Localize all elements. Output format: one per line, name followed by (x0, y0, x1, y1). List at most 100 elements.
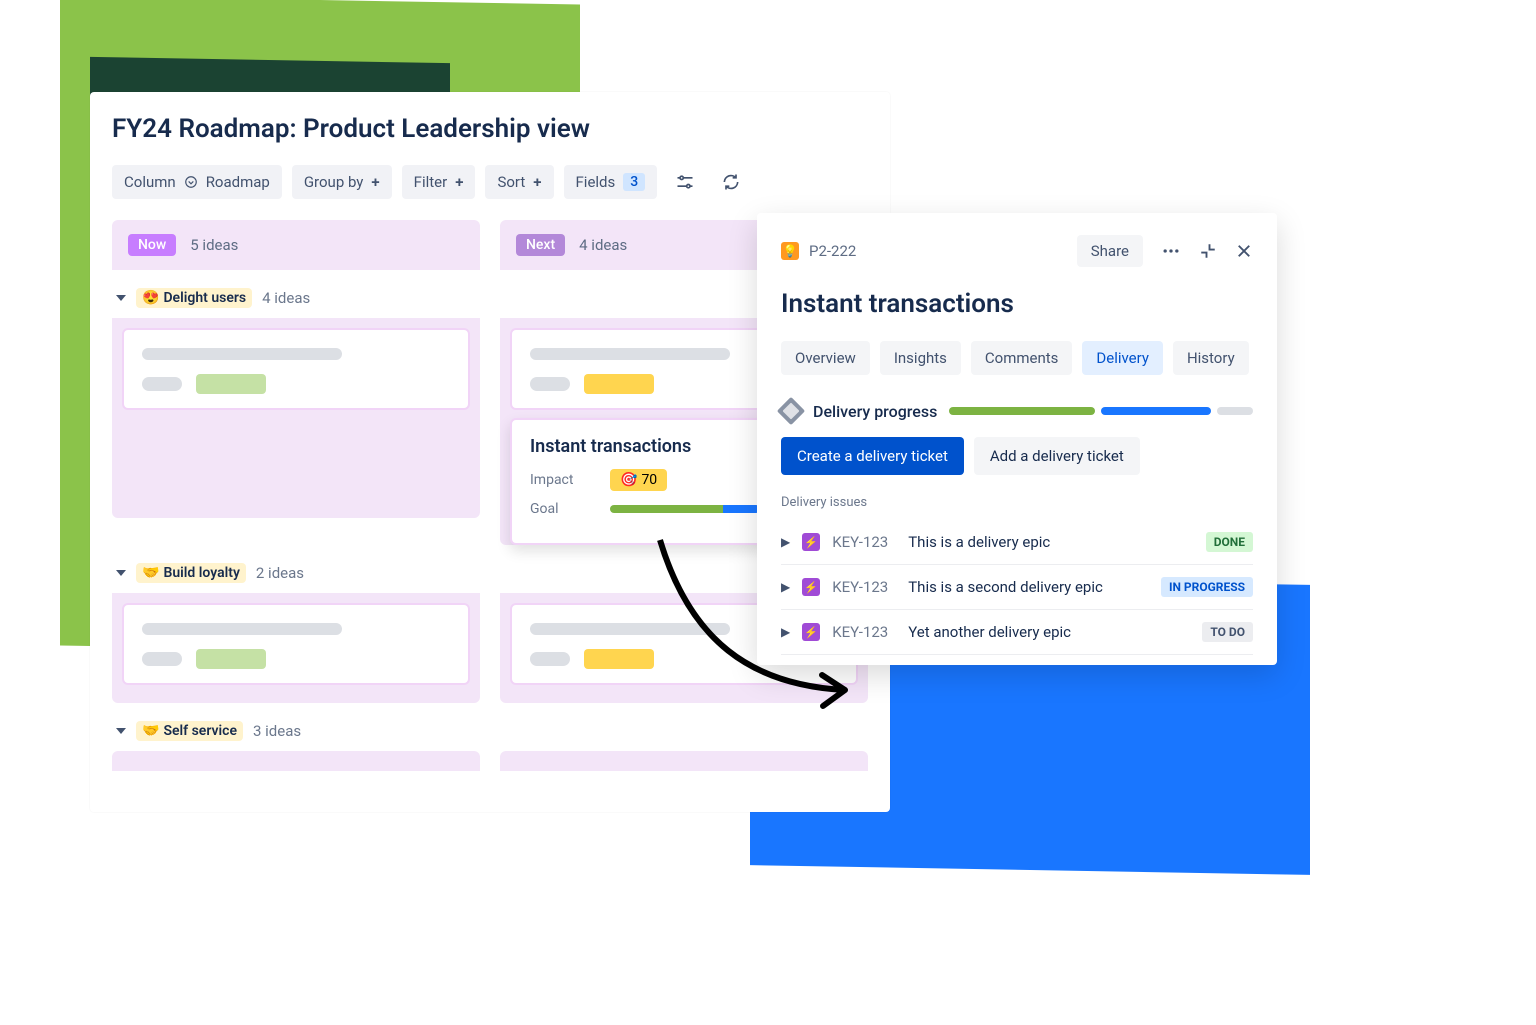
fields-label: Fields (576, 173, 616, 191)
goal-progress-bar (610, 505, 760, 513)
chevron-right-icon[interactable]: ▶ (781, 580, 790, 594)
impact-badge: 🎯 70 (610, 469, 667, 491)
filter-button[interactable]: Filter + (402, 165, 476, 199)
delivery-issues-heading: Delivery issues (781, 495, 1253, 510)
plus-icon: + (533, 173, 541, 191)
tab-insights[interactable]: Insights (880, 341, 961, 375)
filter-label: Filter (414, 173, 448, 191)
issue-key[interactable]: P2-222 (809, 242, 1067, 260)
idea-type-icon: 💡 (781, 242, 799, 260)
share-button[interactable]: Share (1077, 235, 1143, 267)
issue-summary: Yet another delivery epic (908, 623, 1190, 641)
skeleton-pill (142, 377, 182, 391)
autosave-icon-button[interactable] (713, 164, 749, 200)
close-icon[interactable] (1235, 242, 1253, 260)
delivery-issues-list: ▶ ⚡ KEY-123 This is a delivery epic DONE ▶ ⚡ KE… (781, 520, 1253, 655)
panel-header: 💡 P2-222 Share (781, 235, 1253, 267)
panel-title: Instant transactions (781, 289, 1253, 319)
plus-icon: + (455, 173, 463, 191)
chevron-down-icon (184, 175, 198, 189)
tab-history[interactable]: History (1173, 341, 1249, 375)
issue-key: KEY-123 (832, 533, 896, 551)
epic-icon: ⚡ (802, 623, 820, 641)
settings-icon-button[interactable] (667, 164, 703, 200)
skeleton-pill (530, 652, 570, 666)
fields-button[interactable]: Fields 3 (564, 165, 658, 199)
more-icon[interactable] (1161, 241, 1181, 261)
sort-label: Sort (497, 173, 525, 191)
sliders-icon (675, 172, 695, 192)
idea-card[interactable] (122, 328, 470, 410)
group-header-delight-users[interactable]: 😍 Delight users 4 ideas (112, 270, 868, 318)
collapse-icon[interactable] (1199, 242, 1217, 260)
column-now: Now 5 ideas (112, 220, 480, 270)
refresh-icon (721, 172, 741, 192)
skeleton-chip (584, 649, 654, 669)
goal-label: Goal (530, 501, 610, 517)
caret-down-icon (116, 295, 126, 301)
issue-summary: This is a delivery epic (908, 533, 1193, 551)
epic-icon: ⚡ (802, 533, 820, 551)
column-header: Now 5 ideas (112, 220, 480, 270)
add-delivery-ticket-button[interactable]: Add a delivery ticket (974, 437, 1140, 475)
group-header-build-loyalty[interactable]: 🤝 Build loyalty 2 ideas (112, 545, 868, 593)
delivery-progress-bar (949, 407, 1253, 415)
skeleton-line (142, 623, 342, 635)
group-by-label: Group by (304, 173, 364, 191)
board-title: FY24 Roadmap: Product Leadership view (112, 114, 868, 144)
delivery-progress-label: Delivery progress (813, 402, 937, 421)
group-count: 2 ideas (256, 564, 304, 582)
delivery-progress-row: Delivery progress (781, 401, 1253, 421)
impact-label: Impact (530, 472, 610, 488)
column-count: 4 ideas (579, 236, 627, 254)
tab-overview[interactable]: Overview (781, 341, 870, 375)
status-badge: IN PROGRESS (1161, 577, 1253, 597)
skeleton-line (530, 348, 730, 360)
issue-summary: This is a second delivery epic (908, 578, 1149, 596)
group-count: 4 ideas (262, 289, 310, 307)
skeleton-chip (584, 374, 654, 394)
epic-icon: ⚡ (802, 578, 820, 596)
skeleton-line (530, 623, 730, 635)
issue-detail-panel: 💡 P2-222 Share Instant transactions Over… (757, 213, 1277, 665)
fields-count: 3 (623, 173, 645, 191)
tab-delivery[interactable]: Delivery (1082, 341, 1163, 375)
idea-card[interactable] (122, 603, 470, 685)
skeleton-pill (530, 377, 570, 391)
column-count: 5 ideas (190, 236, 238, 254)
group-header-self-service[interactable]: 🤝 Self service 3 ideas (112, 703, 868, 751)
skeleton-chip (196, 649, 266, 669)
chevron-right-icon[interactable]: ▶ (781, 535, 790, 549)
status-badge: DONE (1206, 532, 1253, 552)
panel-tabs: Overview Insights Comments Delivery Hist… (781, 341, 1253, 375)
column-name: Now (128, 234, 176, 256)
group-emoji: 🤝 Build loyalty (136, 563, 246, 583)
caret-down-icon (116, 570, 126, 576)
board-toolbar: Column Roadmap Group by + Filter + Sort + F… (112, 164, 868, 200)
skeleton-pill (142, 652, 182, 666)
skeleton-chip (196, 374, 266, 394)
column-value: Roadmap (206, 173, 270, 191)
plus-icon: + (371, 173, 379, 191)
delivery-issue-row[interactable]: ▶ ⚡ KEY-123 This is a second delivery epic I… (781, 565, 1253, 610)
caret-down-icon (116, 728, 126, 734)
column-name: Next (516, 234, 565, 256)
sort-button[interactable]: Sort + (485, 165, 553, 199)
skeleton-line (142, 348, 342, 360)
issue-key: KEY-123 (832, 623, 896, 641)
group-count: 3 ideas (253, 722, 301, 740)
group-emoji: 🤝 Self service (136, 721, 243, 741)
status-badge: TO DO (1202, 622, 1253, 642)
delivery-issue-row[interactable]: ▶ ⚡ KEY-123 Yet another delivery epic TO DO (781, 610, 1253, 655)
issue-key: KEY-123 (832, 578, 896, 596)
create-delivery-ticket-button[interactable]: Create a delivery ticket (781, 437, 964, 475)
tab-comments[interactable]: Comments (971, 341, 1073, 375)
delivery-issue-row[interactable]: ▶ ⚡ KEY-123 This is a delivery epic DONE (781, 520, 1253, 565)
group-by-button[interactable]: Group by + (292, 165, 392, 199)
column-label: Column (124, 173, 176, 191)
group-emoji: 😍 Delight users (136, 288, 252, 308)
board-columns: Now 5 ideas Next 4 ideas (112, 220, 868, 270)
chevron-right-icon[interactable]: ▶ (781, 625, 790, 639)
diamond-icon (777, 397, 805, 425)
column-select[interactable]: Column Roadmap (112, 165, 282, 199)
